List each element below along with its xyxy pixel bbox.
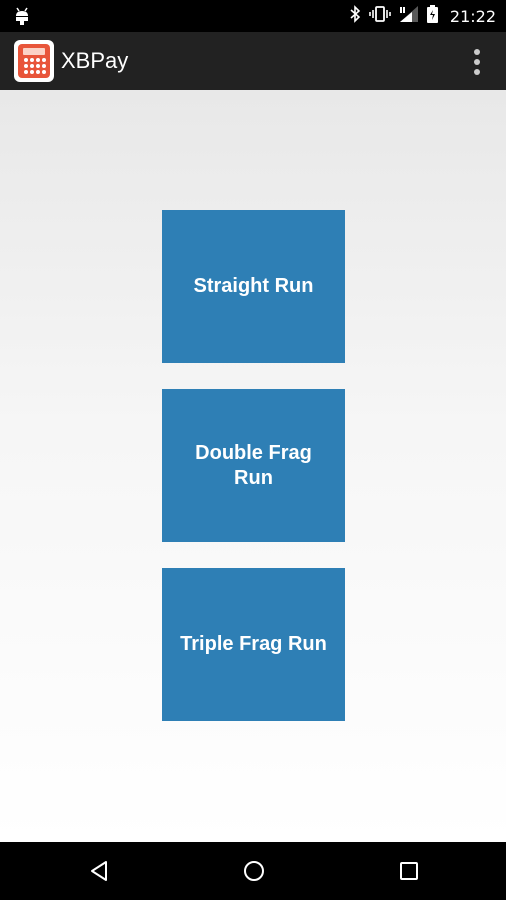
android-debug-icon [14, 6, 30, 31]
back-icon[interactable] [87, 859, 111, 883]
straight-run-button[interactable]: Straight Run [162, 210, 345, 363]
bluetooth-icon [349, 4, 361, 28]
calculator-icon [14, 40, 54, 82]
navigation-bar [0, 842, 506, 900]
overflow-menu-icon[interactable] [472, 47, 482, 77]
recents-icon[interactable] [397, 859, 421, 883]
home-icon[interactable] [242, 859, 266, 883]
double-frag-run-button[interactable]: Double Frag Run [162, 389, 345, 542]
status-clock: 21:22 [449, 6, 496, 26]
battery-icon [426, 4, 438, 28]
app-title: XBPay [61, 48, 129, 73]
app-bar: XBPay [0, 32, 506, 90]
status-bar: 21:22 [0, 0, 506, 32]
vibrate-icon [369, 5, 391, 28]
triple-frag-run-button[interactable]: Triple Frag Run [162, 568, 345, 721]
main-content: Straight Run Double Frag Run Triple Frag… [0, 90, 506, 842]
signal-icon [399, 5, 419, 28]
